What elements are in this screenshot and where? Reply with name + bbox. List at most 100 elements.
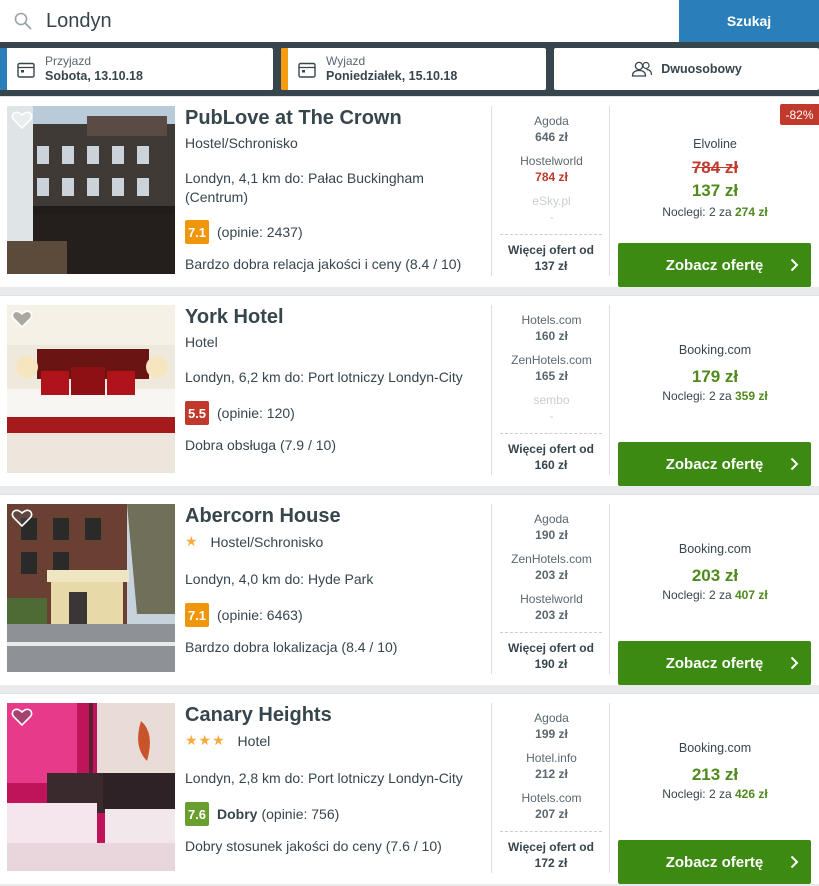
deal-site: ZenHotels.com: [511, 552, 592, 566]
deal-item[interactable]: Hostelworld 784 zł: [492, 154, 611, 184]
best-offer: Booking.com 213 zł Noclegi: 2 za 426 zł …: [611, 703, 819, 884]
hotel-name[interactable]: Abercorn House: [185, 505, 341, 528]
review-count: (opinie: 6463): [217, 607, 303, 623]
checkout-field[interactable]: Wyjazd Poniedziałek, 15.10.18: [281, 48, 546, 90]
hotel-type-label: Hostel/Schronisko: [185, 135, 298, 151]
nights-total-price: 407 zł: [735, 588, 768, 602]
checkout-value: Poniedziałek, 15.10.18: [326, 69, 458, 83]
nights-total-price: 426 zł: [735, 787, 768, 801]
heart-icon[interactable]: [11, 309, 33, 329]
hotel-name[interactable]: York Hotel: [185, 306, 284, 329]
chevron-right-icon: [790, 457, 799, 471]
best-offer-site: Booking.com: [678, 343, 752, 357]
view-offer-button[interactable]: Zobacz ofertę: [618, 840, 811, 884]
view-offer-label: Zobacz ofertę: [665, 455, 764, 473]
review-count: (opinie: 120): [217, 405, 295, 421]
best-offer-site: Booking.com: [678, 542, 752, 556]
checkin-label: Przyjazd: [45, 54, 92, 68]
deal-price: 190 zł: [535, 528, 568, 542]
search-button[interactable]: Szukaj: [679, 0, 819, 42]
deal-site: Hotel.info: [526, 751, 577, 765]
rating-row: 7.1 (opinie: 6463): [185, 603, 303, 627]
hotel-photo[interactable]: [7, 305, 175, 473]
view-offer-button[interactable]: Zobacz ofertę: [618, 442, 811, 486]
hotel-card[interactable]: Abercorn House ★ Hostel/Schronisko Londy…: [0, 494, 819, 685]
other-deals: Agoda 646 zł Hostelworld 784 zł eSky.pl …: [491, 106, 610, 276]
hotel-photo[interactable]: [7, 703, 175, 871]
deal-item[interactable]: ZenHotels.com 165 zł: [492, 353, 611, 383]
hotel-card[interactable]: Canary Heights ★★★ Hotel Londyn, 2,8 km …: [0, 693, 819, 884]
guests-value: Dwuosobowy: [661, 62, 742, 76]
best-price: 137 zł: [691, 181, 739, 200]
hotel-card[interactable]: York Hotel Hotel Londyn, 6,2 km do: Port…: [0, 295, 819, 486]
guests-field[interactable]: Dwuosobowy: [554, 48, 819, 90]
more-offers-link[interactable]: Więcej ofert od 190 zł: [500, 632, 602, 672]
hotel-type: ★★★ Hotel: [185, 732, 270, 749]
hotel-name[interactable]: PubLove at The Crown: [185, 107, 402, 130]
more-offers-link[interactable]: Więcej ofert od 137 zł: [500, 234, 602, 274]
best-price: 179 zł: [691, 367, 739, 386]
nights-label: Noclegi: 2 za: [662, 205, 732, 219]
search-input[interactable]: [46, 0, 646, 42]
deal-item[interactable]: Hotels.com 207 zł: [492, 791, 611, 821]
view-offer-label: Zobacz ofertę: [665, 654, 764, 672]
rating-word: Dobry: [217, 806, 258, 822]
checkin-accent: [0, 48, 7, 90]
deal-item[interactable]: Agoda 646 zł: [492, 114, 611, 144]
heart-icon[interactable]: [11, 110, 33, 130]
hotel-type-label: Hostel/Schronisko: [210, 533, 324, 550]
view-offer-button[interactable]: Zobacz ofertę: [618, 243, 811, 287]
deal-item[interactable]: sembo -: [492, 393, 611, 423]
deal-item[interactable]: Hotel.info 212 zł: [492, 751, 611, 781]
rating-badge: 7.1: [185, 220, 209, 244]
heart-icon[interactable]: [11, 707, 33, 727]
deal-price: -: [549, 409, 554, 423]
review-count: (opinie: 756): [261, 806, 340, 822]
hotel-photo[interactable]: [7, 504, 175, 672]
heart-icon[interactable]: [11, 508, 33, 528]
deal-item[interactable]: Agoda 199 zł: [492, 711, 611, 741]
deal-price: 165 zł: [535, 369, 568, 383]
checkin-value: Sobota, 13.10.18: [45, 69, 143, 83]
nights-total-price: 359 zł: [735, 389, 768, 403]
nights-label: Noclegi: 2 za: [662, 389, 732, 403]
nights-label: Noclegi: 2 za: [662, 588, 732, 602]
deal-site: Hostelworld: [520, 154, 583, 168]
star-rating-icon: ★★★: [185, 732, 226, 748]
users-icon: [632, 61, 653, 77]
checkout-accent: [281, 48, 288, 90]
deal-price: 199 zł: [535, 727, 568, 741]
star-rating-icon: ★: [185, 533, 199, 549]
nights-label: Noclegi: 2 za: [662, 787, 732, 801]
deal-item[interactable]: ZenHotels.com 203 zł: [492, 552, 611, 582]
view-offer-button[interactable]: Zobacz ofertę: [618, 641, 811, 685]
hotel-card[interactable]: PubLove at The Crown Hostel/Schronisko L…: [0, 96, 819, 287]
deal-item[interactable]: Agoda 190 zł: [492, 512, 611, 542]
rating-badge: 5.5: [185, 401, 209, 425]
hotel-type: Hotel: [185, 334, 218, 350]
review-count: (opinie: 2437): [217, 224, 303, 240]
hotel-location: Londyn, 2,8 km do: Port lotniczy Londyn-…: [185, 770, 463, 786]
checkin-field[interactable]: Przyjazd Sobota, 13.10.18: [0, 48, 273, 90]
deal-price: 160 zł: [535, 329, 568, 343]
chevron-right-icon: [790, 656, 799, 670]
deal-site: Hotels.com: [521, 313, 582, 327]
more-offers-link[interactable]: Więcej ofert od 172 zł: [500, 831, 602, 871]
more-offers-label: Więcej ofert od: [508, 641, 594, 655]
hotel-photo[interactable]: [7, 106, 175, 274]
old-price: 784 zł: [691, 158, 739, 177]
more-offers-price: 172 zł: [534, 856, 568, 870]
hotel-name[interactable]: Canary Heights: [185, 704, 332, 727]
more-offers-link[interactable]: Więcej ofert od 160 zł: [500, 433, 602, 473]
review-summary: Bardzo dobra relacja jakości i ceny (8.4…: [185, 256, 462, 272]
deal-item[interactable]: Hotels.com 160 zł: [492, 313, 611, 343]
other-deals: Agoda 190 zł ZenHotels.com 203 zł Hostel…: [491, 504, 610, 674]
chevron-right-icon: [790, 258, 799, 272]
deal-item[interactable]: eSky.pl -: [492, 194, 611, 224]
best-offer-site: Elvoline: [693, 137, 737, 151]
deal-price: 207 zł: [535, 807, 568, 821]
best-price: 213 zł: [691, 765, 739, 784]
deal-site: Agoda: [534, 512, 569, 526]
deal-item[interactable]: Hostelworld 203 zł: [492, 592, 611, 622]
deal-price: 212 zł: [535, 767, 568, 781]
